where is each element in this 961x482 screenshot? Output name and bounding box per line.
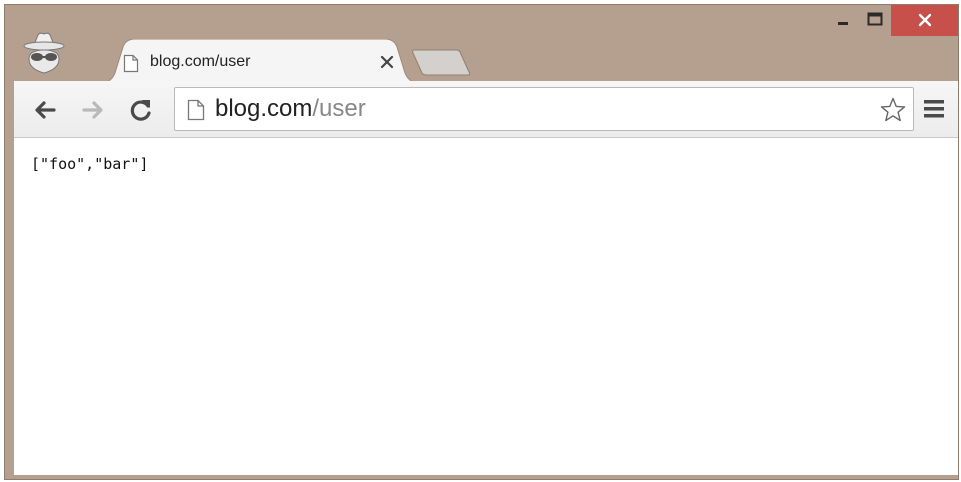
forward-arrow-icon[interactable]: [80, 98, 106, 122]
browser-window: blog.com/user blog.com/user ["foo","bar"…: [4, 4, 959, 480]
browser-toolbar: blog.com/user: [14, 81, 958, 138]
maximize-icon: [867, 12, 883, 26]
url-path: /user: [312, 95, 366, 122]
reload-icon[interactable]: [128, 98, 154, 122]
maximize-button[interactable]: [859, 5, 891, 34]
address-bar[interactable]: blog.com/user: [174, 87, 914, 131]
back-arrow-icon[interactable]: [32, 98, 58, 122]
page-content: ["foo","bar"]: [14, 138, 958, 475]
tab-shape: [101, 39, 419, 83]
tab-close-icon[interactable]: [378, 53, 396, 71]
tab-title: blog.com/user: [150, 53, 251, 70]
minimize-icon: [838, 22, 848, 25]
window-controls: [827, 5, 958, 40]
hamburger-menu-icon[interactable]: [923, 98, 945, 120]
window-close-button[interactable]: [891, 5, 958, 36]
tab-active[interactable]: blog.com/user: [101, 39, 419, 83]
url-host: blog.com: [215, 95, 313, 122]
page-icon: [187, 99, 205, 121]
minimize-button[interactable]: [827, 5, 859, 34]
incognito-icon: [21, 29, 67, 75]
close-icon: [918, 13, 932, 27]
url-text[interactable]: blog.com/user: [215, 95, 366, 123]
json-response-text: ["foo","bar"]: [31, 155, 149, 173]
new-tab-button[interactable]: [410, 48, 472, 76]
star-icon[interactable]: [879, 96, 907, 124]
page-icon: [123, 54, 139, 73]
